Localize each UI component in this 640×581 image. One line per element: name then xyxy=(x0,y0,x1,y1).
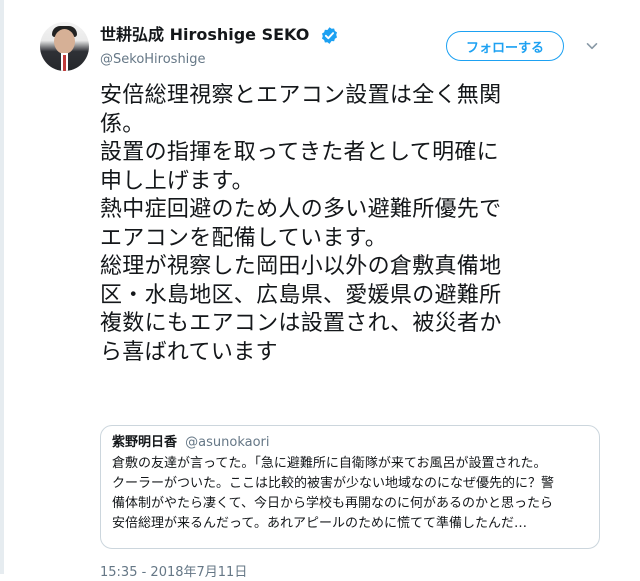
username[interactable]: @SekoHiroshige xyxy=(100,52,206,68)
tweet-line: 区・水島地区、広島県、愛媛県の避難所 xyxy=(100,282,502,308)
quoted-line: 安倍総理が来るんだって。あれアピールのために慌てて準備したんだ… xyxy=(112,516,527,531)
tweet-line: 熱中症回避のため人の多い避難所優先で xyxy=(100,197,502,222)
left-divider xyxy=(0,0,4,574)
quoted-tweet-header: 紫野明日香 @asunokaori xyxy=(112,434,588,452)
tweet-line: 係。 xyxy=(100,111,145,137)
quoted-line: クーラーがついた。ここは比較的被害が少ない地域なのになぜ優先的に？警 xyxy=(112,476,555,491)
tweet-line: 複数にもエアコンは設置され、被災者か xyxy=(100,311,502,336)
verified-badge-icon xyxy=(321,27,338,44)
follow-button[interactable]: フォローする xyxy=(446,31,564,61)
tweet-line: 設置の指揮を取ってきた者として明確に xyxy=(100,140,499,165)
quoted-line: 倉敷の友達が言ってた。「急に避難所に自衛隊が来てお風呂が設置された。 xyxy=(112,456,547,471)
quoted-line: 備体制がやたら凄くて、今日から学校も再開なのに何があるのかと思ったら xyxy=(112,496,553,511)
tweet-line: ら喜ばれています xyxy=(100,339,278,365)
quoted-tweet-card[interactable]: 紫野明日香 @asunokaori 倉敷の友達が言ってた。「急に避難所に自衛隊が… xyxy=(100,425,600,549)
tweet-line: 安倍総理視察とエアコン設置は全く無関 xyxy=(100,83,502,108)
avatar[interactable] xyxy=(40,22,89,71)
tweet-line: 申し上げます。 xyxy=(100,168,254,194)
quoted-display-name: 紫野明日香 xyxy=(112,435,178,450)
chevron-down-icon[interactable] xyxy=(586,40,598,52)
tweet-timestamp[interactable]: 15:35 - 2018年7月11日 xyxy=(100,565,247,581)
quoted-tweet-text: 倉敷の友達が言ってた。「急に避難所に自衛隊が来てお風呂が設置された。 クーラーが… xyxy=(112,454,588,534)
tweet-line: エアコンを配備しています。 xyxy=(100,225,388,251)
tweet-line: 総理が視察した岡田小以外の倉敷真備地 xyxy=(100,254,502,279)
quoted-username: @asunokaori xyxy=(185,435,270,450)
tweet-text: 安倍総理視察とエアコン設置は全く無関 係。 設置の指揮を取ってきた者として明確に… xyxy=(100,82,600,367)
display-name[interactable]: 世耕弘成 Hiroshige SEKO xyxy=(100,25,309,45)
